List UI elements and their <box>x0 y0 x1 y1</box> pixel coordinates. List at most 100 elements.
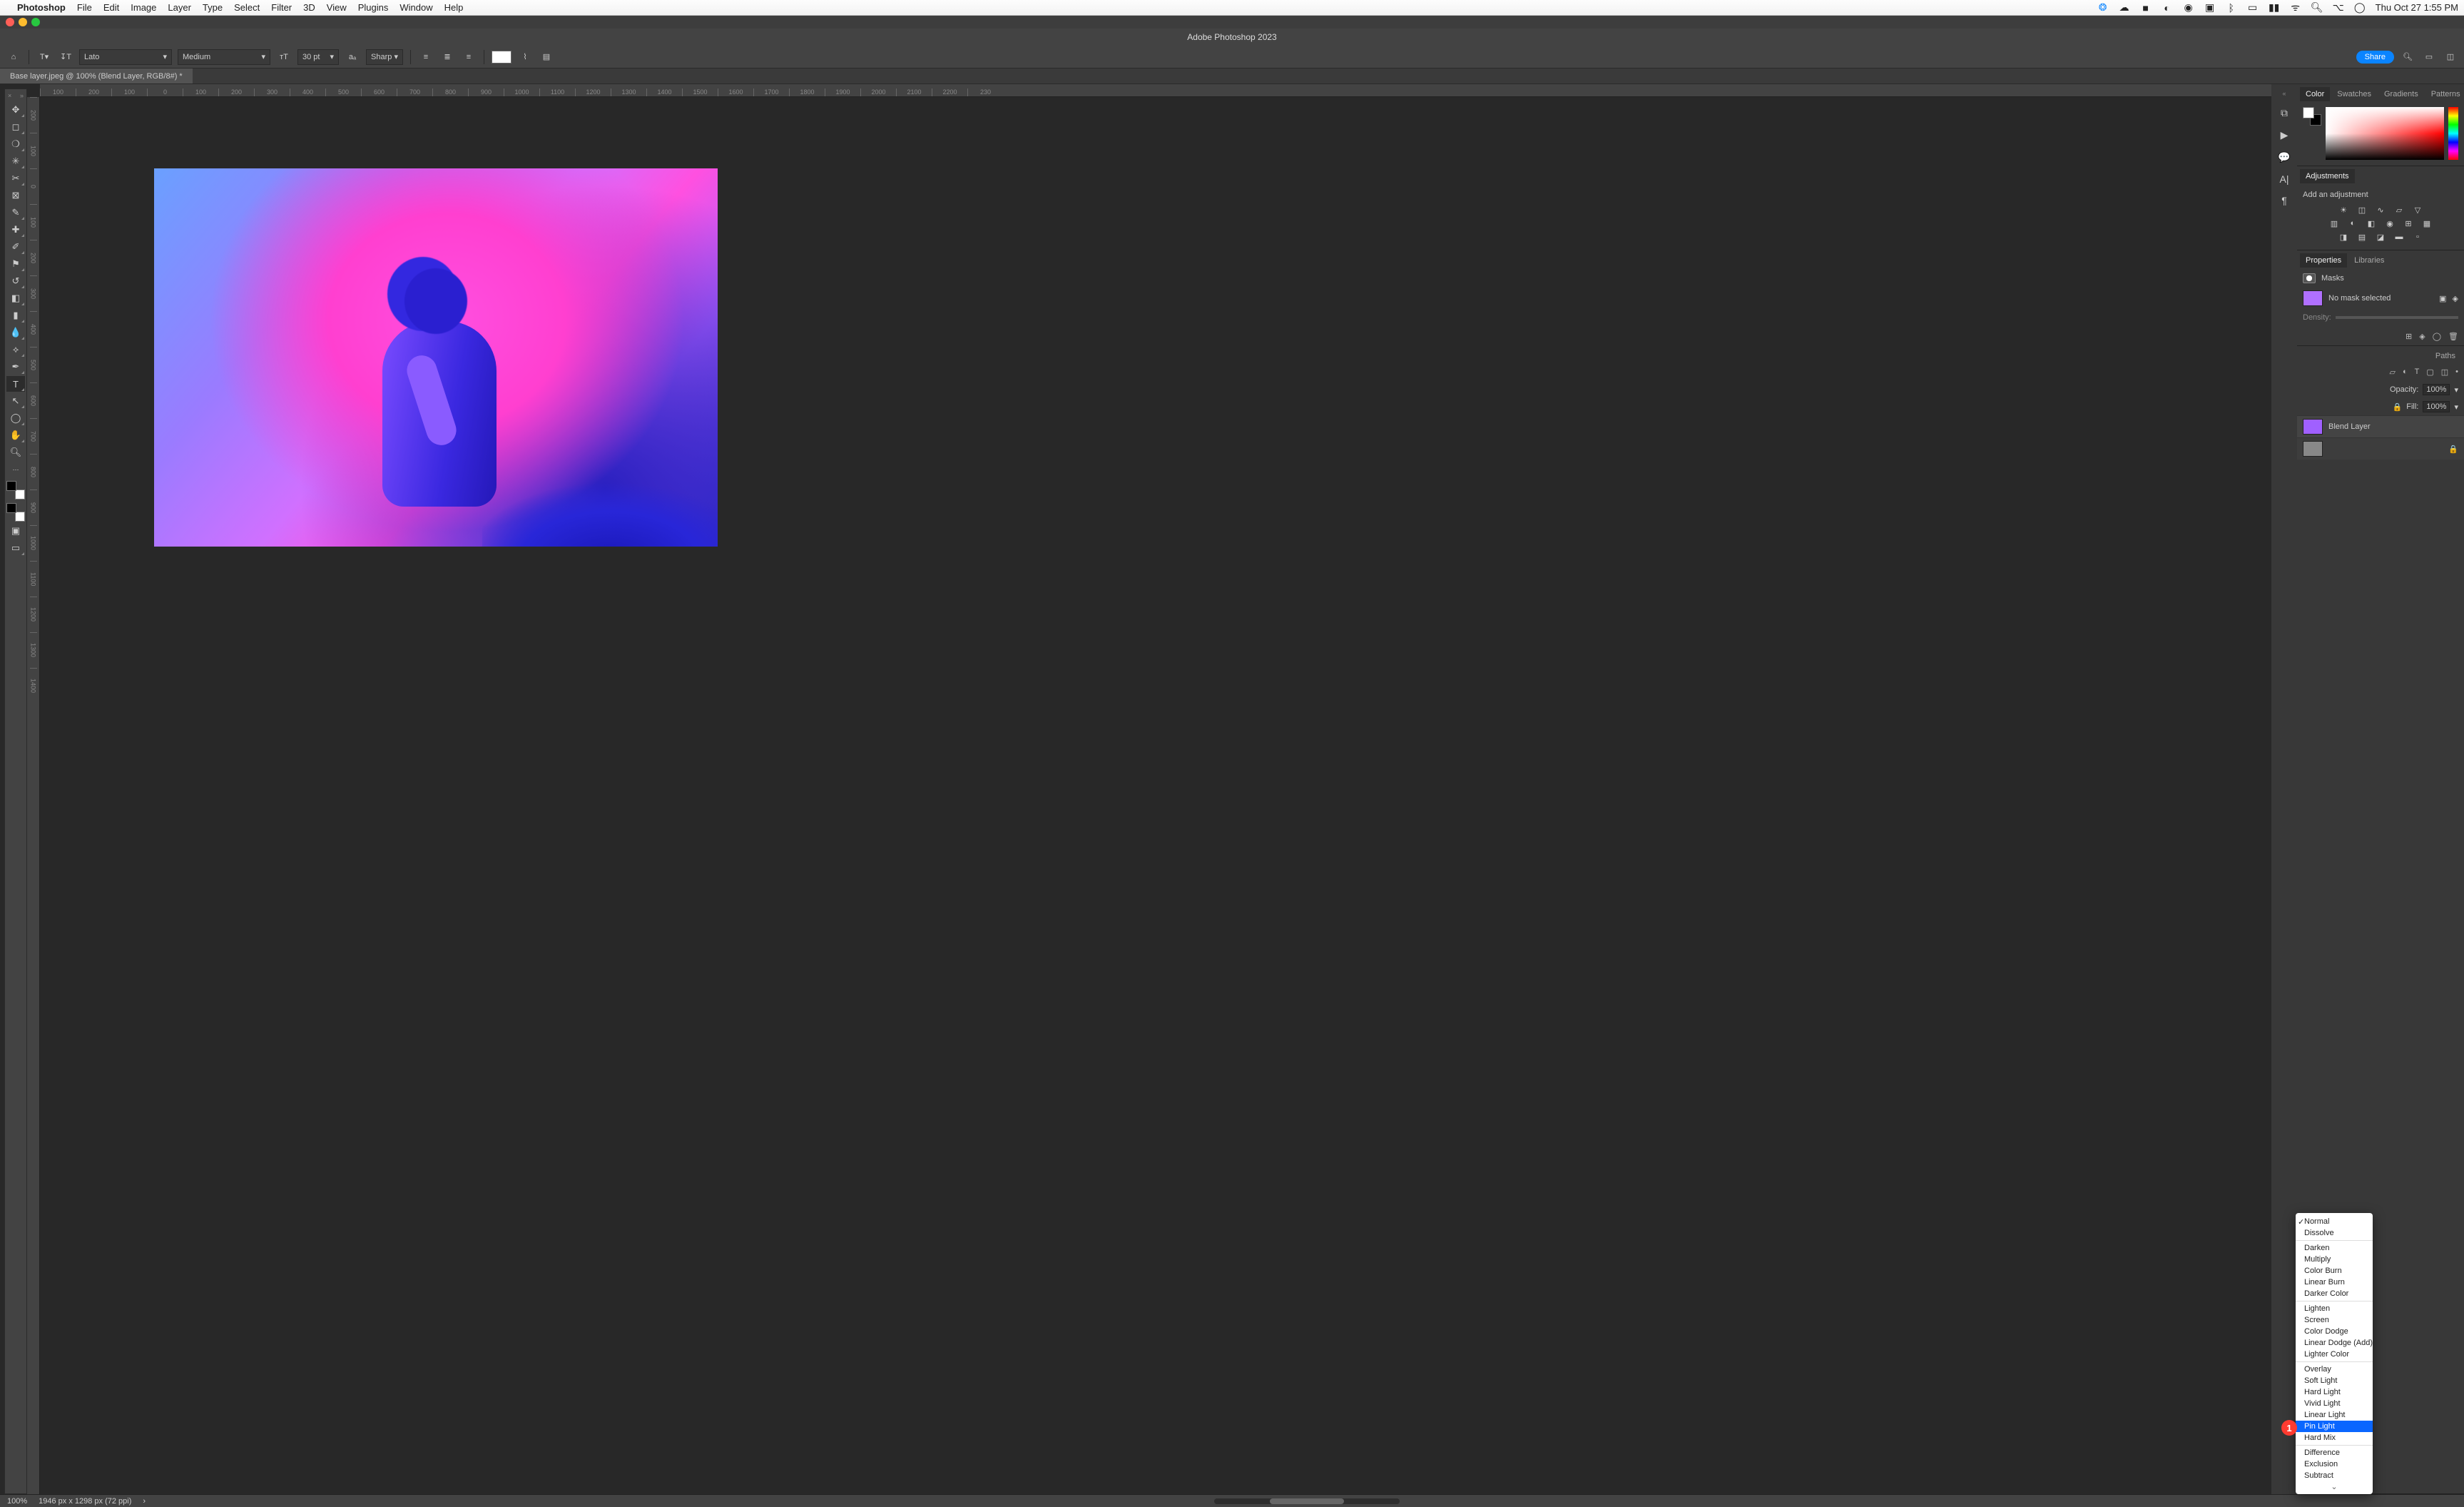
doc-info[interactable]: 1946 px x 1298 px (72 ppi) <box>39 1497 131 1506</box>
tab-color[interactable]: Color <box>2300 87 2330 101</box>
minimize-window-button[interactable] <box>19 18 27 26</box>
blend-mode-dropdown[interactable]: NormalDissolveDarkenMultiplyColor BurnLi… <box>2296 1213 2373 1494</box>
menu-file[interactable]: File <box>77 2 92 13</box>
menu-view[interactable]: View <box>327 2 347 13</box>
document-canvas[interactable] <box>154 168 718 547</box>
layer-filter-type-icon[interactable]: T <box>2415 367 2420 377</box>
adj-colorlookup-icon[interactable]: ▦ <box>2421 219 2433 228</box>
adj-gradientmap-icon[interactable]: ▬ <box>2393 233 2405 242</box>
menu-help[interactable]: Help <box>444 2 464 13</box>
eyedropper-tool[interactable]: ✎ <box>6 205 25 220</box>
status-screen-icon[interactable]: ▣ <box>2204 2 2216 14</box>
tab-swatches[interactable]: Swatches <box>2331 87 2377 101</box>
tab-paths[interactable]: Paths <box>2430 349 2461 363</box>
adj-channelmixer-icon[interactable]: ⊞ <box>2403 219 2414 228</box>
workspace-switcher-icon[interactable]: ▭ <box>2421 49 2437 65</box>
menubar-clock[interactable]: Thu Oct 27 1:55 PM <box>2376 2 2458 13</box>
blend-mode-screen[interactable]: Screen <box>2296 1314 2373 1326</box>
layer-filter-toggle[interactable]: • <box>2455 367 2458 377</box>
font-family-dropdown[interactable]: Lato▾ <box>79 49 172 65</box>
gradient-tool[interactable]: ▮ <box>6 308 25 323</box>
prop-icon-2[interactable]: ◈ <box>2419 332 2425 341</box>
blend-mode-multiply[interactable]: Multiply <box>2296 1254 2373 1265</box>
trash-icon[interactable]: 🗑 <box>2448 332 2458 341</box>
close-toolbar-icon[interactable]: × <box>8 92 11 99</box>
status-wifi-icon[interactable]: ᯤ <box>2290 2 2301 14</box>
screen-mode-icon[interactable]: ▭ <box>6 540 25 556</box>
blur-tool[interactable]: 💧 <box>6 325 25 340</box>
quick-select-tool[interactable]: ✳ <box>6 153 25 169</box>
adj-exposure-icon[interactable]: ▱ <box>2393 206 2405 215</box>
adj-hue-icon[interactable]: ▥ <box>2328 219 2340 228</box>
align-left-icon[interactable]: ≡ <box>418 49 434 65</box>
menu-select[interactable]: Select <box>234 2 260 13</box>
blend-mode-soft-light[interactable]: Soft Light <box>2296 1375 2373 1386</box>
blend-mode-linear-light[interactable]: Linear Light <box>2296 1409 2373 1421</box>
actions-panel-icon[interactable]: ▶ <box>2281 129 2289 141</box>
blend-mode-darken[interactable]: Darken <box>2296 1242 2373 1254</box>
brush-tool[interactable]: ✐ <box>6 239 25 255</box>
zoom-window-button[interactable] <box>31 18 40 26</box>
history-brush-tool[interactable]: ↺ <box>6 273 25 289</box>
blend-mode-hard-mix[interactable]: Hard Mix <box>2296 1432 2373 1443</box>
home-icon[interactable]: ⌂ <box>6 49 21 65</box>
layer-name[interactable]: Blend Layer <box>2328 422 2371 431</box>
edit-toolbar-icon[interactable]: ⋯ <box>6 462 25 477</box>
font-style-dropdown[interactable]: Medium▾ <box>178 49 270 65</box>
adj-vibrance-icon[interactable]: ▽ <box>2412 206 2423 215</box>
pen-tool[interactable]: ✒ <box>6 359 25 375</box>
layer-filter-pixel-icon[interactable]: ▱ <box>2389 367 2395 377</box>
adj-brightness-icon[interactable]: ☀ <box>2338 206 2349 215</box>
status-search-icon[interactable]: 🔍︎ <box>2311 2 2323 14</box>
blend-mode-difference[interactable]: Difference <box>2296 1447 2373 1458</box>
hand-tool[interactable]: ✋ <box>6 427 25 443</box>
arrange-documents-icon[interactable]: ◫ <box>2443 49 2458 65</box>
color-fgbg-swatch[interactable] <box>2303 107 2321 126</box>
blend-mode-dissolve[interactable]: Dissolve <box>2296 1227 2373 1239</box>
menu-type[interactable]: Type <box>203 2 223 13</box>
blend-mode-exclusion[interactable]: Exclusion <box>2296 1458 2373 1470</box>
blend-menu-more-icon[interactable]: ⌄ <box>2296 1481 2373 1491</box>
blend-mode-color-dodge[interactable]: Color Dodge <box>2296 1326 2373 1337</box>
marquee-tool[interactable]: ◻ <box>6 119 25 135</box>
density-slider[interactable] <box>2336 316 2458 319</box>
blend-mode-pin-light[interactable]: Pin Light <box>2296 1421 2373 1432</box>
status-record-icon[interactable]: ◉ <box>2183 2 2194 14</box>
status-cloud-icon[interactable]: ☁︎ <box>2119 2 2130 14</box>
tab-patterns[interactable]: Patterns <box>2425 87 2464 101</box>
layer-filter-adj-icon[interactable]: ◐ <box>2403 367 2408 377</box>
blend-mode-overlay[interactable]: Overlay <box>2296 1364 2373 1375</box>
menu-3d[interactable]: 3D <box>303 2 315 13</box>
type-tool-preset-icon[interactable]: T▾ <box>36 49 52 65</box>
type-tool[interactable]: T <box>6 376 25 392</box>
horizontal-scrollbar[interactable] <box>1214 1498 1400 1504</box>
lasso-tool[interactable]: ❍ <box>6 136 25 152</box>
path-select-tool[interactable]: ↖ <box>6 393 25 409</box>
adj-invert-icon[interactable]: ◨ <box>2338 233 2349 242</box>
collapse-dock-icon[interactable]: « <box>2282 90 2286 97</box>
blend-mode-darker-color[interactable]: Darker Color <box>2296 1288 2373 1299</box>
menu-window[interactable]: Window <box>399 2 432 13</box>
foreground-background-swatch[interactable] <box>6 503 25 522</box>
tab-gradients[interactable]: Gradients <box>2378 87 2424 101</box>
blend-mode-subtract[interactable]: Subtract <box>2296 1470 2373 1481</box>
search-icon[interactable]: 🔍︎ <box>2400 49 2415 65</box>
menu-layer[interactable]: Layer <box>168 2 191 13</box>
character-panel-icon-dock[interactable]: A| <box>2280 173 2289 185</box>
align-right-icon[interactable]: ≡ <box>461 49 477 65</box>
eraser-tool[interactable]: ◧ <box>6 290 25 306</box>
adj-levels-icon[interactable]: ◫ <box>2356 206 2368 215</box>
zoom-level[interactable]: 100% <box>7 1497 27 1506</box>
blend-mode-linear-dodge-add-[interactable]: Linear Dodge (Add) <box>2296 1337 2373 1349</box>
fill-value[interactable]: 100% <box>2423 401 2450 412</box>
history-panel-icon[interactable]: ⧉ <box>2281 107 2288 119</box>
status-display-icon[interactable]: ▭ <box>2247 2 2259 14</box>
dodge-tool[interactable]: ⟡ <box>6 342 25 357</box>
status-camera-icon[interactable]: ■ <box>2140 2 2152 14</box>
status-moon-icon[interactable]: ◐ <box>2162 2 2173 14</box>
status-battery-icon[interactable]: ▮▮ <box>2269 2 2280 14</box>
blend-mode-lighter-color[interactable]: Lighter Color <box>2296 1349 2373 1360</box>
blend-mode-color-burn[interactable]: Color Burn <box>2296 1265 2373 1277</box>
menu-filter[interactable]: Filter <box>271 2 292 13</box>
adj-curves-icon[interactable]: ∿ <box>2375 206 2386 215</box>
